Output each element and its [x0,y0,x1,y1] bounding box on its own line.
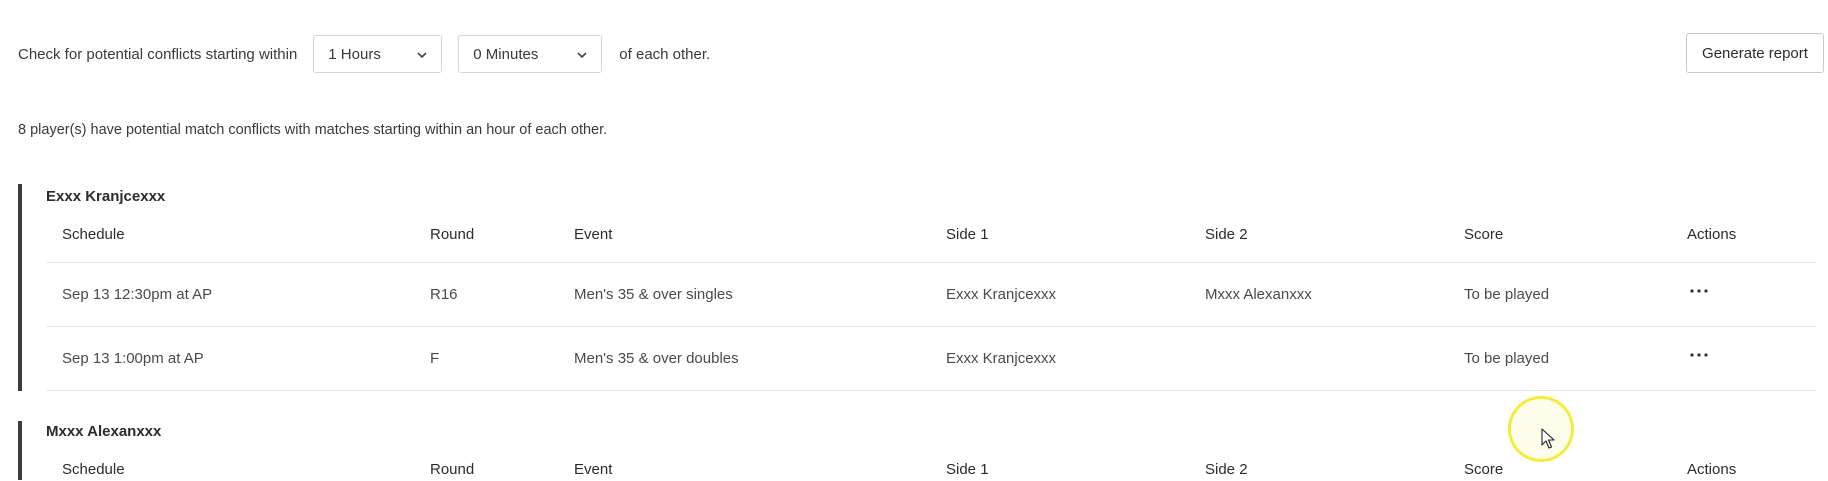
filter-prefix-label: Check for potential conflicts starting w… [18,45,298,63]
group-accent-bar [18,184,22,391]
column-header-schedule: Schedule [62,461,125,478]
row-actions-button[interactable] [1687,348,1711,365]
column-header-round: Round [430,461,475,478]
column-header-side-2: Side 2 [1205,461,1248,478]
player-name: Mxxx Alexanxxx [46,423,162,440]
column-header-side-1: Side 1 [946,461,989,478]
hours-select[interactable]: 1 Hours [313,35,443,73]
cell-score: To be played [1464,286,1550,303]
cell-round: F [430,350,440,367]
row-actions-button[interactable] [1687,284,1711,301]
chevron-down-icon [577,52,587,59]
row-divider [46,326,1816,327]
table-row: Sep 13 1:00pm at AP F Men's 35 & over do… [46,350,1800,370]
minutes-select-value: 0 Minutes [473,45,539,63]
table-row: Sep 13 12:30pm at AP R16 Men's 35 & over… [46,286,1800,306]
column-header-side-2: Side 2 [1205,226,1248,243]
column-header-score: Score [1464,226,1504,243]
cell-event: Men's 35 & over doubles [574,350,739,367]
cell-side-1: Exxx Kranjcexxx [946,286,1057,303]
cell-round: R16 [430,286,458,303]
more-horizontal-icon [1690,289,1708,293]
column-header-actions: Actions [1687,226,1737,243]
conflict-filter-row: Check for potential conflicts starting w… [18,34,710,74]
cell-score: To be played [1464,350,1550,367]
column-header-event: Event [574,226,613,243]
mouse-pointer-icon [1541,428,1555,449]
more-horizontal-icon [1690,353,1708,357]
group-accent-bar [18,421,22,480]
cell-side-2: Mxxx Alexanxxx [1205,286,1312,303]
cell-event: Men's 35 & over singles [574,286,733,303]
hours-select-value: 1 Hours [328,45,381,63]
column-header-schedule: Schedule [62,226,125,243]
column-header-side-1: Side 1 [946,226,989,243]
row-divider [46,390,1816,391]
conflict-summary-text: 8 player(s) have potential match conflic… [18,122,608,138]
column-header-event: Event [574,461,613,478]
cell-schedule: Sep 13 1:00pm at AP [62,350,204,367]
filter-suffix-label: of each other. [619,45,711,63]
generate-report-button[interactable]: Generate report [1686,33,1824,73]
column-header-score: Score [1464,461,1504,478]
column-header-actions: Actions [1687,461,1737,478]
row-divider [46,262,1816,263]
player-name: Exxx Kranjcexxx [46,188,166,205]
table-header: Schedule Round Event Side 1 Side 2 Score… [46,226,1800,246]
chevron-down-icon [417,52,427,59]
minutes-select[interactable]: 0 Minutes [458,35,603,73]
table-header: Schedule Round Event Side 1 Side 2 Score… [46,461,1800,481]
column-header-round: Round [430,226,475,243]
cell-side-1: Exxx Kranjcexxx [946,350,1057,367]
cell-schedule: Sep 13 12:30pm at AP [62,286,213,303]
